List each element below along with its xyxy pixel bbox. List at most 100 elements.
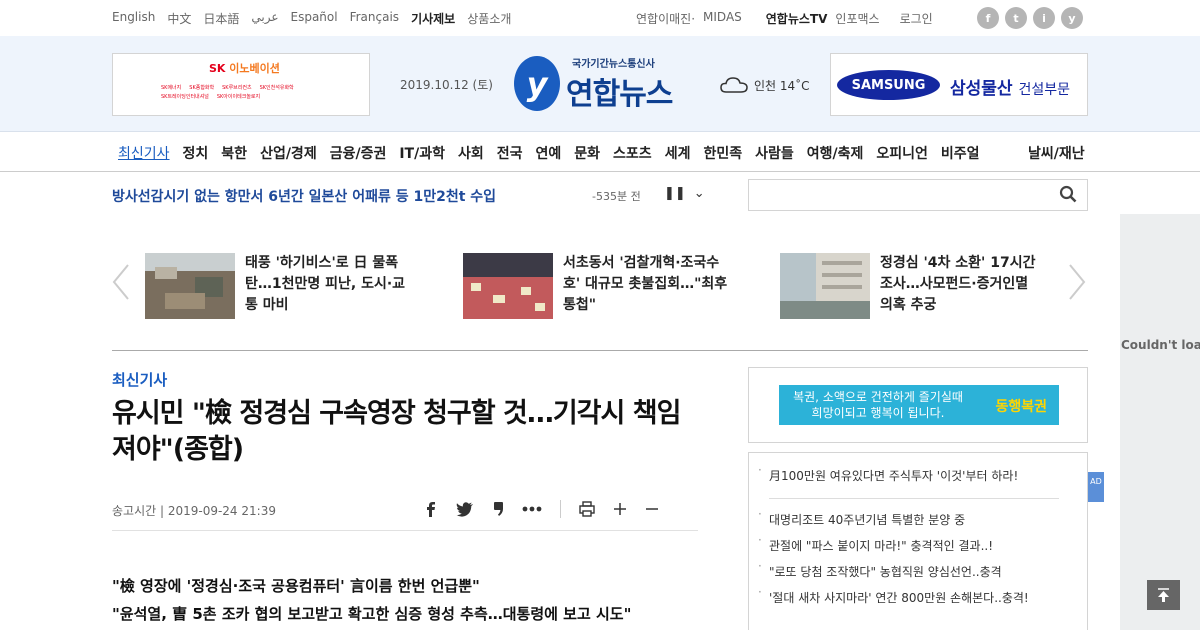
- article-headline: 유시민 "檢 정경심 구속영장 청구할 것…기각시 책임져야"(종합): [112, 398, 681, 465]
- ticker-controls: ❚❚ ⌄: [664, 186, 705, 201]
- slider-story-1[interactable]: 태풍 '하기비스'로 日 물폭탄…1천만명 피난, 도시·교통 마비: [145, 253, 410, 319]
- yonhap-share-icon[interactable]: [492, 501, 504, 517]
- sponsored-link[interactable]: "로또 당첨 조작했다" 농협직원 양심선언..충격: [758, 559, 1059, 580]
- cloud-icon: [720, 77, 748, 93]
- article-published-time: 송고시간 | 2019-09-24 21:39: [112, 504, 276, 518]
- pause-icon[interactable]: ❚❚: [664, 186, 686, 201]
- story-thumbnail-rally: [463, 253, 553, 319]
- slider-story-2[interactable]: 서초동서 '검찰개혁·조국수호' 대규모 촛불집회…"최후통첩": [463, 253, 728, 319]
- nav-people[interactable]: 사람들: [755, 143, 794, 163]
- nav-economy[interactable]: 산업/경제: [260, 143, 317, 163]
- lang-japanese[interactable]: 日本語: [203, 10, 239, 27]
- imagine-link[interactable]: 연합이매진·: [636, 10, 695, 27]
- nav-entertainment[interactable]: 연예: [536, 143, 562, 163]
- slider-story-3[interactable]: 정경심 '4차 소환' 17시간 조사…사모펀드·증거인멸 의혹 추궁: [780, 253, 1045, 319]
- lang-english[interactable]: English: [112, 10, 155, 27]
- sponsored-links-box: 月100만원 여유있다면 주식투자 '이것'부터 하라! 대명리조트 40주년기…: [748, 452, 1088, 630]
- lotto-banner-ad[interactable]: 복권, 소액으로 건전하게 즐기실때 희망이되고 행복이 됩니다. 동행복권: [779, 385, 1059, 425]
- nav-finance[interactable]: 금융/증권: [330, 143, 387, 163]
- nav-korean-diaspora[interactable]: 한민족: [703, 143, 742, 163]
- sns-links: f t i y: [977, 7, 1083, 29]
- facebook-share-icon[interactable]: [424, 501, 438, 517]
- infomax-link[interactable]: 인포맥스: [835, 10, 879, 27]
- instagram-icon[interactable]: i: [1033, 7, 1055, 29]
- sk-ad-brand: SK 이노베이션: [209, 62, 280, 75]
- site-header: SK 이노베이션 SK에너지 SK종합화학 SK루브리컨츠 SK인천석유화학 SK트레이…: [0, 36, 1200, 132]
- samsung-banner-ad[interactable]: SAMSUNG 삼성물산 건설부문: [830, 53, 1088, 116]
- ad-load-error: Couldn't load: [1121, 338, 1200, 352]
- product-link[interactable]: 상품소개: [467, 10, 511, 27]
- yonhap-logo[interactable]: y 국가기간뉴스통신사 연합뉴스: [514, 53, 689, 113]
- side-ad-placeholder: Couldn't load: [1120, 214, 1200, 630]
- nav-it-science[interactable]: IT/과학: [399, 143, 445, 163]
- yonhap-y-icon[interactable]: y: [1061, 7, 1083, 29]
- nav-latest[interactable]: 최신기사: [118, 143, 170, 163]
- list-divider: [769, 498, 1059, 499]
- utility-links: 연합이매진· MIDAS 연합뉴스TV 인포맥스 로그인: [636, 10, 933, 27]
- samsung-ad-text: 삼성물산 건설부문: [950, 79, 1071, 99]
- weather-widget[interactable]: 인천 14˚C: [720, 76, 810, 94]
- article-tools: [424, 500, 659, 518]
- story-thumbnail-typhoon: [145, 253, 235, 319]
- lang-french[interactable]: Français: [350, 10, 399, 27]
- nav-opinion[interactable]: 오피니언: [876, 143, 928, 163]
- arrow-up-icon: [1158, 588, 1169, 602]
- ticker-time: -535분 전: [592, 190, 641, 203]
- slider-next-icon[interactable]: [1067, 262, 1087, 302]
- twitter-icon[interactable]: t: [1005, 7, 1027, 29]
- lang-chinese[interactable]: 中文: [167, 10, 191, 27]
- main-nav: 최신기사 정치 북한 산업/경제 금융/증권 IT/과학 사회 전국 연예 문화…: [0, 132, 1200, 172]
- sk-ad-companies: SK에너지 SK종합화학 SK루브리컨츠 SK인천석유화학 SK트레이딩인터내셔널 SK아…: [161, 85, 294, 100]
- font-decrease-icon[interactable]: [645, 502, 659, 516]
- login-link[interactable]: 로그인: [900, 10, 933, 27]
- story-thumbnail-prosecutors: [780, 253, 870, 319]
- meta-divider: [112, 530, 698, 531]
- tip-link[interactable]: 기사제보: [411, 10, 455, 27]
- weather-text: 인천 14˚C: [754, 78, 810, 93]
- lang-spanish[interactable]: Español: [291, 10, 338, 27]
- samsung-logo: SAMSUNG: [837, 70, 940, 100]
- sk-banner-ad[interactable]: SK 이노베이션 SK에너지 SK종합화학 SK루브리컨츠 SK인천석유화학 SK트레이…: [112, 53, 370, 116]
- logo-mark: y: [514, 56, 560, 111]
- nav-travel[interactable]: 여행/축제: [807, 143, 864, 163]
- article-category[interactable]: 최신기사: [112, 369, 167, 390]
- nav-north-korea[interactable]: 북한: [221, 143, 247, 163]
- sponsored-link[interactable]: '절대 새차 사지마라' 연간 800만원 손해본다..충격!: [758, 585, 1059, 606]
- sponsored-link[interactable]: 月100만원 여유있다면 주식투자 '이것'부터 하라!: [758, 463, 1059, 484]
- search-input[interactable]: [748, 179, 1088, 211]
- story-caption: 서초동서 '검찰개혁·조국수호' 대규모 촛불집회…"최후통첩": [563, 255, 728, 313]
- lotto-ad-text: 복권, 소액으로 건전하게 즐기실때 희망이되고 행복이 됩니다.: [793, 390, 963, 420]
- search-icon[interactable]: [1059, 185, 1077, 203]
- nav-culture[interactable]: 문화: [574, 143, 600, 163]
- nav-national[interactable]: 전국: [497, 143, 523, 163]
- nav-visual[interactable]: 비주얼: [941, 143, 980, 163]
- scroll-top-button[interactable]: [1147, 580, 1180, 610]
- twitter-share-icon[interactable]: [456, 501, 474, 517]
- midas-link[interactable]: MIDAS: [703, 10, 742, 27]
- facebook-icon[interactable]: f: [977, 7, 999, 29]
- more-share-icon[interactable]: [522, 506, 542, 512]
- story-caption: 정경심 '4차 소환' 17시간 조사…사모펀드·증거인멸 의혹 추궁: [880, 255, 1036, 313]
- sponsored-link[interactable]: 대명리조트 40주년기념 특별한 분양 중: [758, 507, 1059, 528]
- slider-prev-icon[interactable]: [111, 262, 131, 302]
- top-utility-bar: English 中文 日本語 عربي Español Français 기사제…: [0, 0, 1200, 36]
- yonhap-tv-link[interactable]: 연합뉴스TV: [766, 10, 828, 27]
- nav-politics[interactable]: 정치: [183, 143, 209, 163]
- article-subhead: "檢 영장에 '정경심·조국 공용컴퓨터' 言이름 한번 언급뿐": [112, 577, 480, 595]
- sponsored-link[interactable]: 관절에 "파스 붙이지 마라!" 충격적인 결과..!: [758, 533, 1059, 554]
- font-increase-icon[interactable]: [613, 502, 627, 516]
- nav-society[interactable]: 사회: [458, 143, 484, 163]
- section-divider: [112, 350, 1088, 351]
- breaking-ticker[interactable]: 방사선감시기 없는 항만서 6년간 일본산 어패류 등 1만2천t 수입: [112, 186, 496, 206]
- nav-weather-disaster[interactable]: 날씨/재난: [1028, 143, 1085, 163]
- chevron-down-icon[interactable]: ⌄: [694, 186, 705, 201]
- header-date: 2019.10.12 (토): [400, 78, 493, 92]
- nav-sports[interactable]: 스포츠: [613, 143, 652, 163]
- nav-world[interactable]: 세계: [665, 143, 691, 163]
- print-icon[interactable]: [579, 501, 595, 517]
- lotto-brand: 동행복권: [995, 399, 1047, 415]
- ad-badge[interactable]: AD: [1088, 472, 1104, 502]
- story-caption: 태풍 '하기비스'로 日 물폭탄…1천만명 피난, 도시·교통 마비: [245, 255, 406, 313]
- lotto-ad-box: 복권, 소액으로 건전하게 즐기실때 희망이되고 행복이 됩니다. 동행복권: [748, 367, 1088, 443]
- lang-arabic[interactable]: عربي: [251, 10, 278, 27]
